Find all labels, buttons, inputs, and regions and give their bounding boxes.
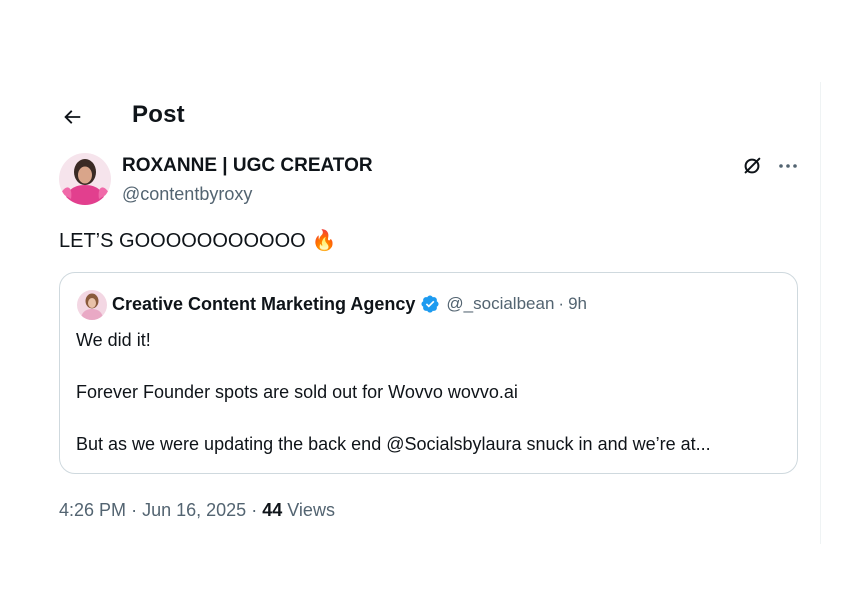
post-text-content: LET’S GOOOOOOOOOOO [59, 230, 306, 252]
page-title: Post [132, 101, 185, 128]
more-horizontal-icon[interactable] [776, 155, 800, 177]
quoted-post-card[interactable]: Creative Content Marketing Agency @_soci… [59, 272, 798, 474]
grok-icon[interactable] [741, 155, 763, 177]
quote-author-handle[interactable]: @_socialbean [446, 293, 554, 315]
author-avatar[interactable] [59, 153, 111, 205]
post-text: LET’S GOOOOOOOOOOO 🔥 [59, 228, 337, 254]
meta-separator: · [131, 500, 138, 520]
quote-text-line-1: We did it! [76, 330, 151, 350]
post-date[interactable]: Jun 16, 2025 [142, 500, 246, 520]
post-time[interactable]: 4:26 PM [59, 500, 126, 520]
quote-timestamp[interactable]: 9h [568, 293, 587, 315]
quote-header: Creative Content Marketing Agency @_soci… [112, 293, 587, 315]
views-label: Views [287, 500, 335, 520]
verified-badge-icon [421, 295, 439, 313]
quote-author-name[interactable]: Creative Content Marketing Agency [112, 293, 415, 315]
quote-author-avatar [77, 290, 107, 320]
author-display-name[interactable]: ROXANNE | UGC CREATOR [122, 155, 373, 177]
back-button[interactable] [56, 101, 88, 133]
arrow-left-icon [64, 110, 81, 124]
views-count: 44 [262, 500, 283, 520]
author-handle[interactable]: @contentbyroxy [122, 183, 252, 205]
meta-separator: · [251, 500, 258, 520]
quote-text-line-3: But as we were updating the back end @So… [76, 434, 711, 454]
quote-separator: · [558, 294, 565, 313]
post-metadata: 4:26 PM · Jun 16, 2025 · 44 Views [59, 499, 335, 521]
fire-emoji-icon: 🔥 [311, 230, 337, 252]
column-divider [820, 82, 821, 544]
quote-text-line-2: Forever Founder spots are sold out for W… [76, 382, 518, 402]
